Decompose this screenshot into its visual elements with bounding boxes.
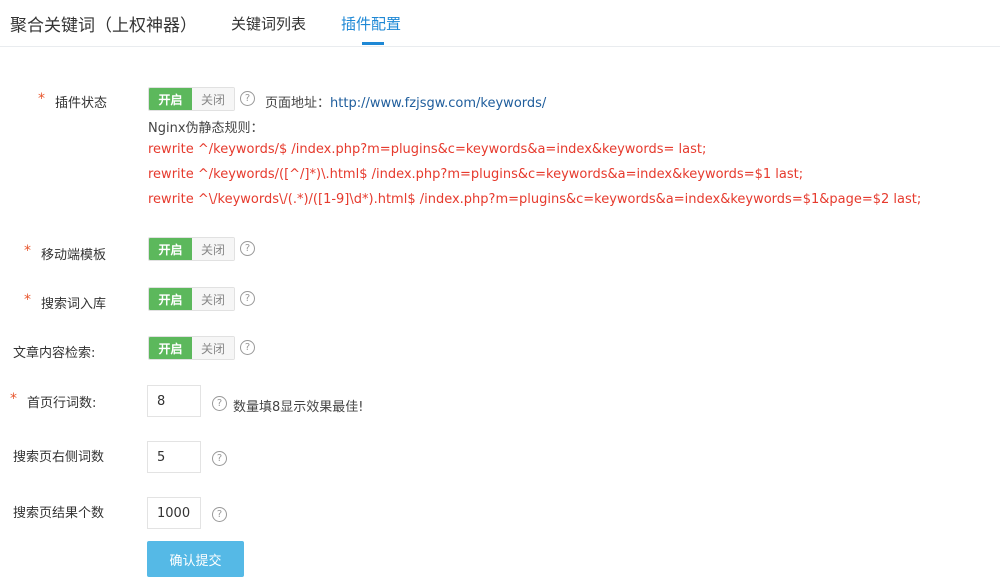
help-icon[interactable]: ? [212, 451, 227, 466]
search-into-db-toggle[interactable]: 开启 关闭 [148, 287, 235, 311]
article-search-on[interactable]: 开启 [149, 337, 192, 359]
article-search-off[interactable]: 关闭 [192, 337, 234, 359]
app-title: 聚合关键词（上权神器） [10, 16, 197, 36]
home-row-count-label: 首页行词数: [27, 396, 97, 411]
active-tab-indicator [362, 42, 384, 45]
plugin-status-off[interactable]: 关闭 [192, 88, 234, 110]
required-mark: * [10, 391, 17, 407]
plugin-status-toggle[interactable]: 开启 关闭 [148, 87, 235, 111]
help-icon[interactable]: ? [240, 291, 255, 306]
mobile-template-off[interactable]: 关闭 [192, 238, 234, 260]
nginx-rule-2: rewrite ^/keywords/([^/]*)\.html$ /index… [148, 167, 804, 182]
page-header: 聚合关键词（上权神器） 关键词列表 插件配置 [0, 0, 1000, 47]
mobile-template-on[interactable]: 开启 [149, 238, 192, 260]
help-icon[interactable]: ? [240, 340, 255, 355]
plugin-status-label: 插件状态 [55, 96, 108, 111]
page-url-link[interactable]: http://www.fzjsgw.com/keywords/ [330, 96, 546, 111]
nginx-rule-1: rewrite ^/keywords/$ /index.php?m=plugin… [148, 142, 707, 157]
article-search-toggle[interactable]: 开启 关闭 [148, 336, 235, 360]
home-row-count-hint: 数量填8显示效果最佳! [233, 400, 364, 415]
search-right-count-label: 搜索页右侧词数 [13, 450, 105, 465]
help-icon[interactable]: ? [212, 396, 227, 411]
required-mark: * [24, 292, 31, 308]
submit-button[interactable]: 确认提交 [147, 541, 244, 577]
mobile-template-toggle[interactable]: 开启 关闭 [148, 237, 235, 261]
nginx-rules-label: Nginx伪静态规则： [148, 121, 264, 136]
article-search-label: 文章内容检索: [13, 346, 96, 361]
help-icon[interactable]: ? [240, 91, 255, 106]
search-into-db-label: 搜索词入库 [41, 297, 107, 312]
required-mark: * [38, 91, 45, 107]
help-icon[interactable]: ? [212, 507, 227, 522]
nginx-rule-3: rewrite ^\/keywords\/(.*)/([1-9]\d*).htm… [148, 192, 922, 207]
search-result-count-input[interactable] [147, 497, 201, 529]
tab-keyword-list[interactable]: 关键词列表 [231, 13, 306, 34]
search-into-db-off[interactable]: 关闭 [192, 288, 234, 310]
required-mark: * [24, 243, 31, 259]
page-url-row: 页面地址：http://www.fzjsgw.com/keywords/ [265, 92, 546, 111]
page-url-label: 页面地址： [265, 96, 331, 111]
search-right-count-input[interactable] [147, 441, 201, 473]
home-row-count-input[interactable] [147, 385, 201, 417]
search-into-db-on[interactable]: 开启 [149, 288, 192, 310]
mobile-template-label: 移动端模板 [41, 248, 107, 263]
help-icon[interactable]: ? [240, 241, 255, 256]
tab-plugin-config[interactable]: 插件配置 [341, 13, 401, 34]
search-result-count-label: 搜索页结果个数 [13, 506, 105, 521]
plugin-status-on[interactable]: 开启 [149, 88, 192, 110]
